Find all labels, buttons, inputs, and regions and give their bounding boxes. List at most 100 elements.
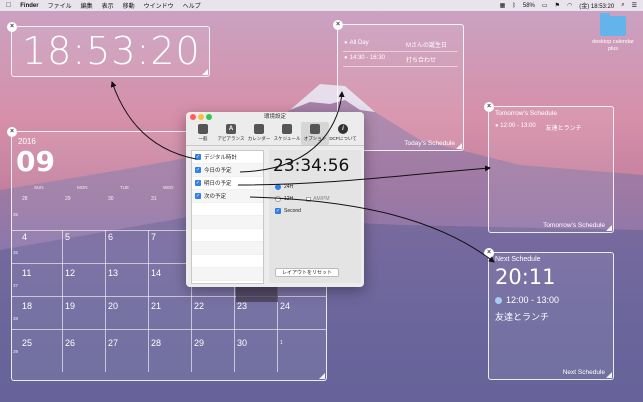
resize-handle[interactable] bbox=[202, 69, 208, 75]
divider bbox=[343, 51, 458, 52]
tomorrow-schedule-widget[interactable]: × Tomorrow's Schedule ● 12:00 - 13:00 友達… bbox=[484, 102, 614, 233]
notification-icon[interactable]: ☰ bbox=[632, 2, 637, 9]
second-option[interactable]: ✓ Second bbox=[275, 208, 301, 214]
calendar-day[interactable]: 4 bbox=[22, 232, 27, 242]
calendar-day[interactable]: 30 bbox=[108, 196, 114, 202]
checkbox-checked-icon[interactable]: ✓ bbox=[195, 154, 201, 160]
empty-row bbox=[192, 229, 263, 242]
calendar-day[interactable]: 1 bbox=[280, 340, 283, 346]
close-icon[interactable]: × bbox=[333, 20, 343, 30]
flag-icon[interactable]: ⚑ bbox=[555, 2, 560, 9]
list-item[interactable]: ✓ デジタル時計 bbox=[192, 151, 263, 164]
calendar-day[interactable]: 26 bbox=[65, 338, 75, 348]
close-window-icon[interactable] bbox=[190, 114, 196, 120]
calendar-day[interactable]: 24 bbox=[280, 301, 290, 311]
menu-clock[interactable]: (金) 18:53:20 bbox=[579, 1, 614, 10]
ampm-option[interactable]: AM/PM bbox=[306, 196, 330, 202]
calendar-day[interactable]: 18 bbox=[22, 301, 32, 311]
calendar-day[interactable]: 27 bbox=[108, 338, 118, 348]
weekday-label: TUE bbox=[120, 185, 129, 190]
resize-handle[interactable] bbox=[319, 373, 325, 379]
checkbox-checked-icon[interactable]: ✓ bbox=[195, 193, 201, 199]
tab-label: DCPについて bbox=[329, 136, 357, 141]
digital-clock-widget[interactable]: × 18:53:20 bbox=[7, 22, 210, 77]
week-number: 37 bbox=[13, 283, 19, 288]
options-panel: 23:34:56 24H 12H AM/PM ✓ Second レイアウトをリセッ… bbox=[269, 150, 361, 283]
calendar-day[interactable]: 31 bbox=[151, 196, 157, 202]
minimize-window-icon[interactable] bbox=[198, 114, 204, 120]
tab-about[interactable]: i DCPについて bbox=[329, 122, 357, 145]
menu-help[interactable]: ヘルプ bbox=[183, 1, 201, 10]
resize-handle[interactable] bbox=[606, 372, 612, 378]
calendar-day[interactable]: 13 bbox=[108, 268, 118, 278]
calendar-day[interactable]: 23 bbox=[237, 301, 247, 311]
bluetooth-icon[interactable]: ᛒ bbox=[512, 3, 516, 9]
calendar-day[interactable]: 22 bbox=[194, 301, 204, 311]
calendar-day[interactable]: 6 bbox=[108, 232, 113, 242]
close-icon[interactable]: × bbox=[7, 127, 17, 137]
empty-row bbox=[192, 268, 263, 281]
menu-edit[interactable]: 編集 bbox=[81, 1, 93, 10]
wifi-icon[interactable]: ◠ bbox=[567, 2, 572, 9]
calendar-day[interactable]: 11 bbox=[22, 268, 31, 278]
calendar-day[interactable]: 20 bbox=[108, 301, 118, 311]
calendar-day[interactable]: 12 bbox=[65, 268, 75, 278]
menu-view[interactable]: 表示 bbox=[102, 1, 114, 10]
checkbox-icon[interactable] bbox=[306, 196, 312, 202]
calendar-day[interactable]: 30 bbox=[237, 338, 247, 348]
resize-handle[interactable] bbox=[456, 143, 462, 149]
radio-24h[interactable]: 24H bbox=[275, 184, 293, 190]
menu-app-name[interactable]: Finder bbox=[20, 3, 38, 9]
calendar-day[interactable]: 21 bbox=[151, 301, 161, 311]
battery-percent[interactable]: 58% bbox=[523, 3, 535, 9]
desktop-folder[interactable]: desktop calendar plus bbox=[590, 13, 636, 53]
calendar-day[interactable]: 7 bbox=[151, 232, 156, 242]
radio-selected-icon[interactable] bbox=[275, 184, 281, 190]
calendar-day[interactable]: 25 bbox=[22, 338, 32, 348]
week-divider bbox=[12, 296, 326, 297]
calendar-status-icon[interactable]: ▦ bbox=[500, 2, 506, 9]
calendar-day[interactable]: 29 bbox=[65, 196, 71, 202]
calendar-day[interactable]: 19 bbox=[65, 301, 75, 311]
empty-row bbox=[192, 255, 263, 268]
close-icon[interactable]: × bbox=[484, 248, 494, 258]
next-schedule-widget[interactable]: × Next Schedule 20:11 12:00 - 13:00 友達とラ… bbox=[484, 248, 614, 380]
calendar-day[interactable]: 28 bbox=[151, 338, 161, 348]
checkbox-checked-icon[interactable]: ✓ bbox=[195, 167, 201, 173]
menu-window[interactable]: ウインドウ bbox=[144, 1, 174, 10]
apple-menu-icon[interactable]:  bbox=[6, 2, 11, 9]
reset-layout-button[interactable]: レイアウトをリセット bbox=[275, 268, 339, 277]
menu-go[interactable]: 移動 bbox=[123, 1, 135, 10]
tab-general[interactable]: 一般 bbox=[189, 122, 217, 145]
tab-calendar[interactable]: カレンダー bbox=[245, 122, 273, 145]
list-item[interactable]: ✓ 今日の予定 bbox=[192, 164, 263, 177]
list-item[interactable]: ✓ 次の予定 bbox=[192, 190, 263, 203]
radio-empty-icon[interactable] bbox=[275, 196, 281, 202]
checkbox-checked-icon[interactable]: ✓ bbox=[275, 208, 281, 214]
font-icon: A bbox=[226, 124, 236, 134]
battery-icon[interactable]: ▭ bbox=[542, 2, 548, 9]
tab-appearance[interactable]: A アピアランス bbox=[217, 122, 245, 145]
menu-file[interactable]: ファイル bbox=[48, 1, 72, 10]
radio-12h[interactable]: 12H AM/PM bbox=[275, 196, 330, 202]
event-time: 14:30 - 16:30 bbox=[349, 55, 385, 61]
next-event-name: 友達とランチ bbox=[495, 312, 550, 322]
options-icon bbox=[310, 124, 320, 134]
tab-schedule[interactable]: スケジュール bbox=[273, 122, 301, 145]
tab-options[interactable]: オプション bbox=[301, 122, 329, 145]
calendar-day[interactable]: 28 bbox=[22, 196, 28, 202]
calendar-day[interactable]: 29 bbox=[194, 338, 204, 348]
close-icon[interactable]: × bbox=[484, 102, 494, 112]
status-area: ▦ ᛒ 58% ▭ ⚑ ◠ (金) 18:53:20 ⌕ ☰ bbox=[500, 1, 637, 10]
checkbox-checked-icon[interactable]: ✓ bbox=[195, 180, 201, 186]
resize-handle[interactable] bbox=[606, 225, 612, 231]
calendar-day[interactable]: 14 bbox=[151, 268, 161, 278]
zoom-window-icon[interactable] bbox=[206, 114, 212, 120]
empty-row bbox=[192, 216, 263, 229]
calendar-day[interactable]: 5 bbox=[65, 232, 70, 242]
list-item[interactable]: ✓ 明日の予定 bbox=[192, 177, 263, 190]
search-icon[interactable]: ⌕ bbox=[621, 2, 624, 9]
close-icon[interactable]: × bbox=[7, 22, 17, 32]
week-number: 38 bbox=[13, 316, 19, 321]
window-titlebar[interactable]: 環境設定 bbox=[186, 112, 364, 122]
